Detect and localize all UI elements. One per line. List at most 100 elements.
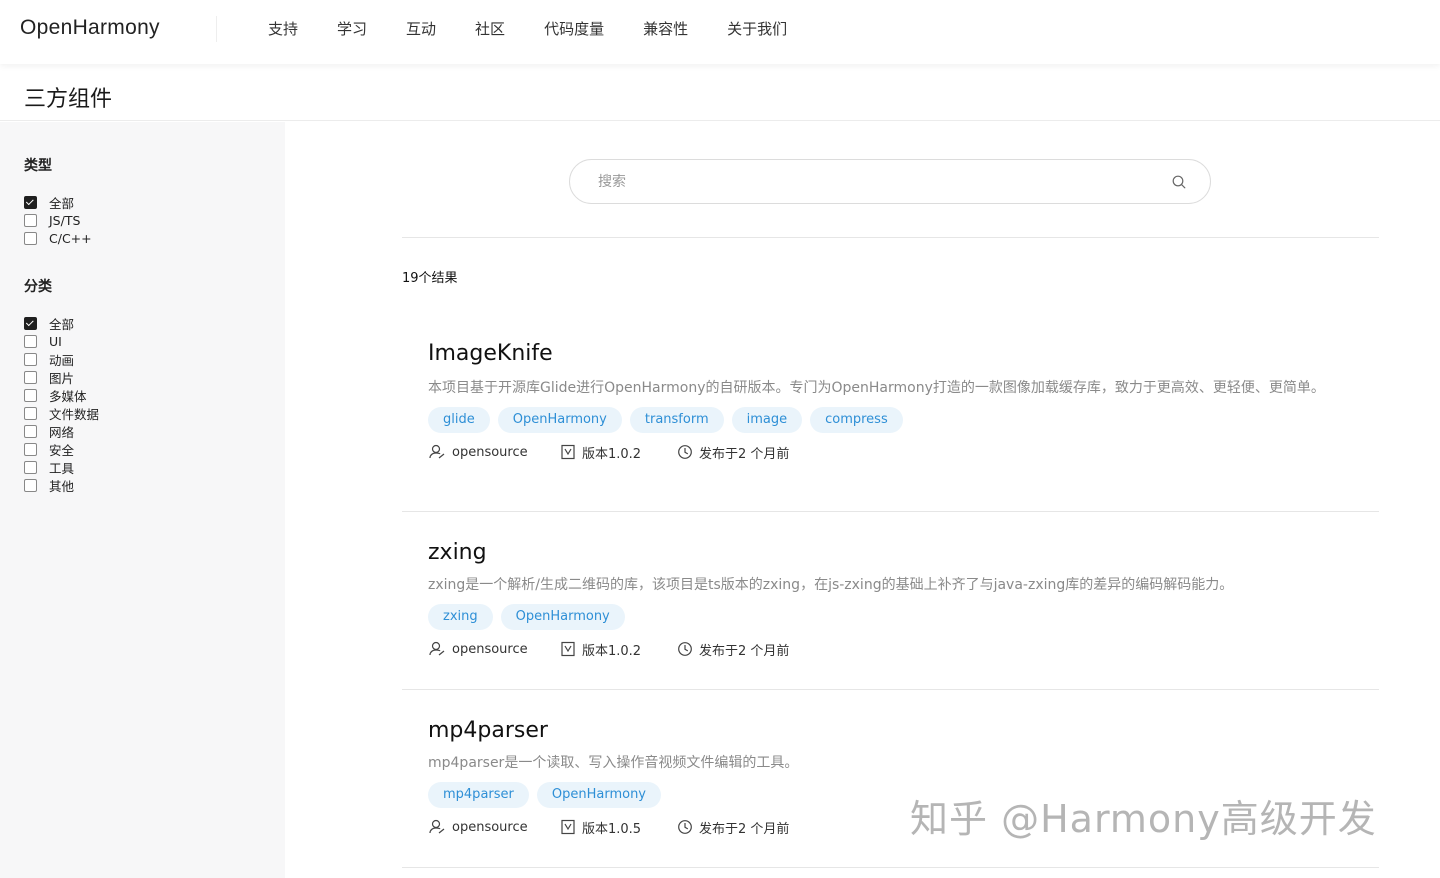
- component-meta: opensource 版本1.0.2 发布于2 个月前: [428, 639, 1358, 659]
- option-label: 动画: [49, 352, 75, 368]
- category-filter-title: 分类: [24, 279, 52, 295]
- filter-sidebar: 类型 全部 JS/TS C/C++ 分类 全部 UI 动画 图片 多媒体 文件数…: [0, 122, 285, 878]
- tag[interactable]: compress: [810, 407, 903, 433]
- result-count: 19个结果: [402, 271, 458, 286]
- nav-item-compatibility[interactable]: 兼容性: [643, 18, 688, 40]
- checkbox[interactable]: [24, 370, 37, 384]
- author: opensource: [428, 818, 560, 836]
- option-label: 全部: [49, 195, 75, 211]
- version-label: 版本1.0.2: [582, 643, 642, 659]
- published-time: 发布于2 个月前: [677, 443, 789, 462]
- checkbox[interactable]: [24, 195, 37, 209]
- tag[interactable]: glide: [428, 407, 490, 433]
- nav-item-about[interactable]: 关于我们: [727, 18, 787, 40]
- result-card: ImageKnife 本项目基于开源库Glide进行OpenHarmony的自研…: [428, 340, 1358, 462]
- option-label: 安全: [49, 442, 75, 458]
- category-option-network[interactable]: 网络: [24, 422, 99, 440]
- checkbox[interactable]: [24, 334, 37, 348]
- option-label: C/C++: [49, 230, 92, 246]
- component-title[interactable]: ImageKnife: [428, 340, 1358, 368]
- version: 版本1.0.2: [560, 443, 677, 462]
- clock-icon: [678, 642, 692, 656]
- nav-item-code-metrics[interactable]: 代码度量: [544, 18, 604, 40]
- search-input[interactable]: [598, 172, 1158, 192]
- published-time: 发布于2 个月前: [677, 640, 789, 659]
- component-description: mp4parser是一个读取、写入操作音视频文件编辑的工具。: [428, 755, 799, 771]
- user-icon: [429, 641, 445, 656]
- type-option-all[interactable]: 全部: [24, 193, 92, 211]
- tag[interactable]: OpenHarmony: [536, 782, 662, 808]
- watermark: 知乎 @Harmony高级开发: [910, 797, 1377, 841]
- top-navbar: OpenHarmony 支持 学习 互动 社区 代码度量 兼容性 关于我们: [0, 0, 1440, 64]
- site-logo[interactable]: OpenHarmony: [20, 16, 160, 40]
- tag[interactable]: image: [731, 407, 803, 433]
- category-option-ui[interactable]: UI: [24, 332, 99, 350]
- checkbox[interactable]: [24, 478, 37, 492]
- checkbox[interactable]: [24, 424, 37, 438]
- published-time: 发布于2 个月前: [677, 818, 789, 837]
- checkbox[interactable]: [24, 231, 37, 245]
- version-icon: [561, 444, 575, 460]
- published-label: 发布于2 个月前: [699, 643, 790, 659]
- tag[interactable]: mp4parser: [428, 782, 529, 808]
- option-label: 其他: [49, 478, 75, 494]
- tag[interactable]: OpenHarmony: [497, 407, 622, 433]
- page-title: 三方组件: [24, 87, 113, 112]
- category-option-multimedia[interactable]: 多媒体: [24, 386, 99, 404]
- published-label: 发布于2 个月前: [699, 821, 790, 837]
- category-option-animation[interactable]: 动画: [24, 350, 99, 368]
- page-header: 三方组件: [0, 64, 1440, 121]
- category-option-security[interactable]: 安全: [24, 440, 99, 458]
- checkbox[interactable]: [24, 406, 37, 420]
- component-title[interactable]: mp4parser: [428, 717, 1358, 745]
- checkbox[interactable]: [24, 442, 37, 456]
- nav-item-support[interactable]: 支持: [268, 18, 298, 40]
- version-label: 版本1.0.2: [582, 446, 642, 462]
- user-icon: [429, 444, 445, 459]
- option-label: 图片: [49, 370, 75, 386]
- option-label: 网络: [49, 424, 75, 440]
- component-description: zxing是一个解析/生成二维码的库，该项目是ts版本的zxing，在js-zx…: [428, 577, 1234, 593]
- option-label: UI: [49, 333, 62, 349]
- main-nav: 支持 学习 互动 社区 代码度量 兼容性 关于我们: [268, 18, 826, 40]
- nav-item-community[interactable]: 社区: [475, 18, 505, 40]
- checkbox[interactable]: [24, 460, 37, 474]
- type-filter-group: 类型 全部 JS/TS C/C++: [24, 155, 92, 247]
- author-name: opensource: [452, 641, 528, 657]
- version-label: 版本1.0.5: [582, 821, 642, 837]
- checkbox[interactable]: [24, 352, 37, 366]
- divider: [402, 511, 1379, 512]
- nav-item-interact[interactable]: 互动: [406, 18, 436, 40]
- type-option-jsts[interactable]: JS/TS: [24, 211, 92, 229]
- checkbox[interactable]: [24, 316, 37, 330]
- author: opensource: [428, 640, 560, 658]
- version-icon: [561, 641, 575, 657]
- component-description: 本项目基于开源库Glide进行OpenHarmony的自研版本。专门为OpenH…: [428, 380, 1325, 396]
- author: opensource: [428, 443, 560, 461]
- version: 版本1.0.5: [560, 818, 677, 837]
- nav-item-learn[interactable]: 学习: [337, 18, 367, 40]
- search-box[interactable]: [569, 159, 1211, 204]
- version-icon: [561, 819, 575, 835]
- checkbox[interactable]: [24, 388, 37, 402]
- category-option-file-data[interactable]: 文件数据: [24, 404, 99, 422]
- category-option-image[interactable]: 图片: [24, 368, 99, 386]
- user-icon: [429, 819, 445, 834]
- tag[interactable]: OpenHarmony: [500, 604, 625, 630]
- component-title[interactable]: zxing: [428, 539, 1358, 567]
- category-option-all[interactable]: 全部: [24, 314, 99, 332]
- tag-list: glide OpenHarmony transform image compre…: [428, 407, 1358, 433]
- clock-icon: [678, 820, 692, 834]
- category-option-tools[interactable]: 工具: [24, 458, 99, 476]
- published-label: 发布于2 个月前: [699, 446, 790, 462]
- category-option-other[interactable]: 其他: [24, 476, 99, 494]
- search-icon[interactable]: [1172, 175, 1186, 189]
- tag[interactable]: transform: [629, 407, 724, 433]
- option-label: 全部: [49, 316, 75, 332]
- tag[interactable]: zxing: [428, 604, 493, 630]
- checkbox[interactable]: [24, 213, 37, 227]
- type-filter-title: 类型: [24, 158, 52, 174]
- type-option-cpp[interactable]: C/C++: [24, 229, 92, 247]
- option-label: 工具: [49, 460, 75, 476]
- divider: [402, 689, 1379, 690]
